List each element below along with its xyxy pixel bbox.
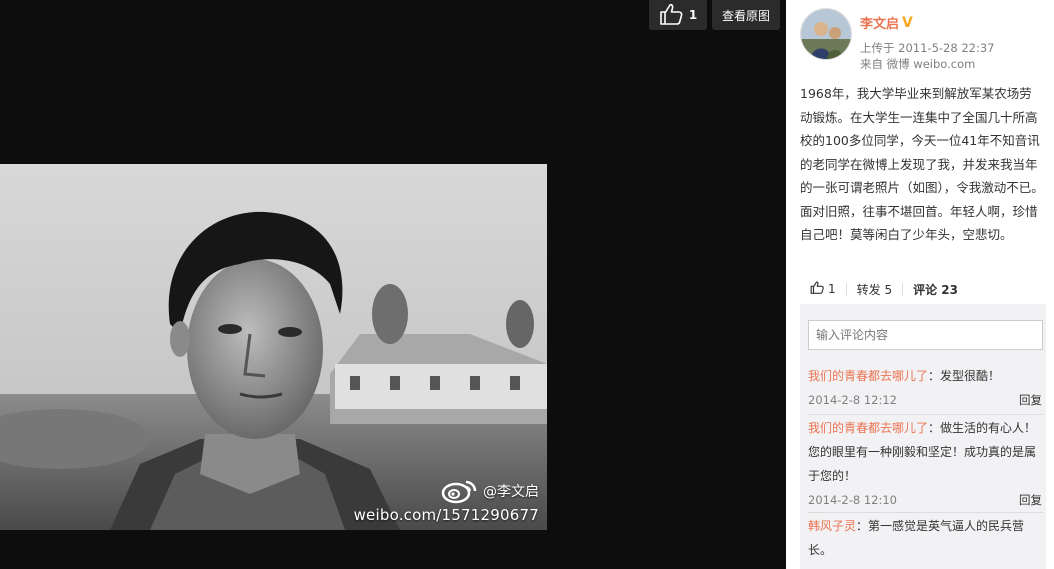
comment-item: 韩风子灵：第一感觉是英气逼人的民兵营长。 — [808, 514, 1042, 562]
post-meta: 上传于 2011-5-28 22:37 来自 微博 weibo.com — [860, 40, 994, 72]
post-panel: 李文启 V 上传于 2011-5-28 22:37 来自 微博 weibo.co… — [786, 0, 1054, 569]
old-photo[interactable]: @李文启 weibo.com/1571290677 — [0, 164, 547, 530]
avatar[interactable] — [800, 8, 852, 60]
post-like-button[interactable]: 1 — [800, 281, 847, 297]
repost-button[interactable]: 转发 5 — [847, 282, 904, 297]
thumbs-up-icon — [810, 281, 824, 297]
comment-tab[interactable]: 评论 23 — [903, 283, 968, 297]
comment-text: ：发型很酷！ — [928, 369, 1001, 383]
author-name[interactable]: 李文启 V — [860, 13, 913, 33]
comment-user[interactable]: 韩风子灵 — [808, 519, 856, 533]
comment-item: 我们的青春都去哪儿了：做生活的有心人！您的眼里有一种刚毅和坚定！成功真的是属于您… — [808, 416, 1042, 512]
like-button[interactable]: 1 — [649, 0, 707, 30]
watermark: @李文启 weibo.com/1571290677 — [354, 478, 539, 524]
comment-time: 2014-2-8 12:10 — [808, 493, 897, 507]
comment-item: 我们的青春都去哪儿了：发型很酷！ 2014-2-8 12:12 回复 — [808, 364, 1042, 412]
thumbs-up-icon — [659, 3, 683, 28]
image-viewer: @李文启 weibo.com/1571290677 1 查看原图 — [0, 0, 786, 569]
comment-user[interactable]: 我们的青春都去哪儿了 — [808, 421, 928, 435]
post-actions: 1 转发 5 评论 23 — [800, 276, 1046, 302]
author-name-text[interactable]: 李文启 — [860, 13, 899, 32]
watermark-url: weibo.com/1571290677 — [353, 506, 539, 524]
upload-time: 上传于 2011-5-28 22:37 — [860, 41, 995, 55]
reply-button[interactable]: 回复 — [1019, 388, 1042, 412]
post-source[interactable]: 来自 微博 weibo.com — [860, 56, 994, 72]
weibo-logo-icon — [441, 478, 479, 504]
view-original-button[interactable]: 查看原图 — [712, 0, 780, 30]
like-count: 1 — [688, 8, 698, 22]
post-text: 1968年，我大学毕业来到解放军某农场劳动锻炼。在大学生一连集中了全国几十所高校… — [800, 86, 1044, 242]
verified-badge-icon: V — [902, 14, 913, 31]
post-like-count: 1 — [828, 282, 836, 296]
reply-button[interactable]: 回复 — [1019, 488, 1042, 512]
comments-section: 我们的青春都去哪儿了：发型很酷！ 2014-2-8 12:12 回复 我们的青春… — [800, 304, 1046, 569]
comment-input[interactable] — [808, 320, 1043, 350]
comment-time: 2014-2-8 12:12 — [808, 393, 897, 407]
divider — [808, 414, 1044, 415]
watermark-user: @李文启 — [483, 484, 539, 500]
divider — [808, 512, 1044, 513]
comment-user[interactable]: 我们的青春都去哪儿了 — [808, 369, 928, 383]
